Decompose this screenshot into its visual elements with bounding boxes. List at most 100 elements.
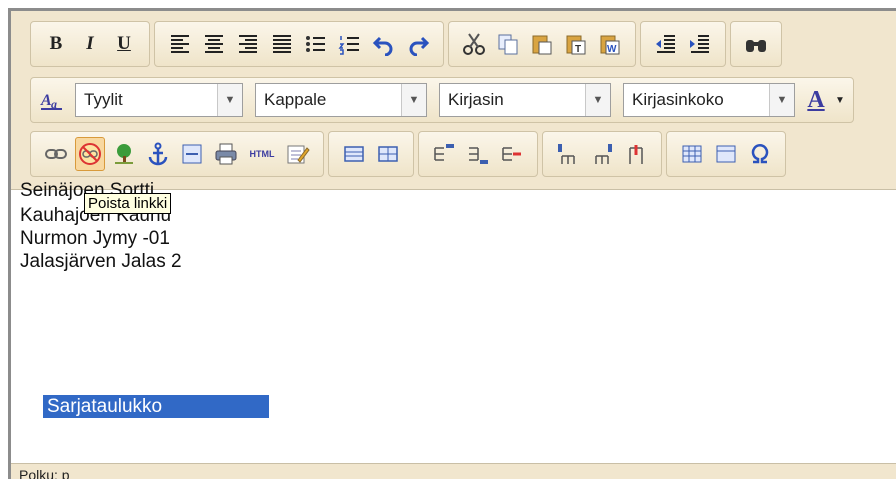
indent-group	[640, 21, 726, 67]
underline-button[interactable]: U	[109, 27, 139, 61]
omega-icon	[751, 144, 769, 164]
font-select-value: Kirjasin	[448, 90, 504, 109]
fontsize-select-value: Kirjasinkoko	[632, 90, 724, 109]
text-color-dropdown[interactable]: ▼	[833, 83, 847, 117]
align-center-button[interactable]	[199, 27, 229, 61]
undo-button[interactable]	[369, 27, 399, 61]
unlink-button[interactable]	[75, 137, 105, 171]
styles-button[interactable]: Aa	[37, 83, 67, 117]
insert-link-button[interactable]	[41, 137, 71, 171]
copy-button[interactable]	[493, 27, 523, 61]
special-char-button[interactable]	[745, 137, 775, 171]
text-line: Jalasjärven Jalas 2	[20, 251, 182, 272]
column-group	[542, 131, 662, 177]
merge-cells-icon	[716, 145, 736, 163]
bullet-list-button[interactable]	[301, 27, 331, 61]
insert-image-button[interactable]	[109, 137, 139, 171]
paste-word-icon: W	[600, 35, 620, 55]
paste-text-button[interactable]: T	[561, 27, 591, 61]
anchor-icon	[148, 142, 168, 166]
delete-col-button[interactable]	[621, 137, 651, 171]
align-right-icon	[239, 35, 257, 53]
link-icon	[45, 149, 67, 159]
delete-row-icon	[502, 147, 521, 161]
font-select[interactable]: Kirjasin ▼	[439, 83, 611, 117]
paste-word-button[interactable]: W	[595, 27, 625, 61]
text-line: Nurmon Jymy -01	[20, 228, 170, 249]
numbered-list-icon	[338, 36, 359, 55]
styles-select[interactable]: Tyylit ▼	[75, 83, 243, 117]
style-group: Aa Tyylit ▼ Kappale ▼ Kirjasin ▼ Kirjasinko…	[30, 77, 854, 123]
split-cells-icon	[682, 145, 702, 163]
anchor-button[interactable]	[143, 137, 173, 171]
align-right-button[interactable]	[233, 27, 263, 61]
chevron-down-icon: ▼	[217, 84, 242, 116]
delete-col-icon	[629, 145, 643, 164]
paste-icon	[532, 35, 552, 55]
numbered-list-button[interactable]	[335, 27, 365, 61]
table-props-button[interactable]	[339, 137, 369, 171]
merge-cells-button[interactable]	[711, 137, 741, 171]
element-path[interactable]: Polku: p	[19, 467, 70, 479]
text-color-label: A	[807, 86, 825, 113]
paste-text-icon: T	[566, 35, 586, 55]
cells-group	[666, 131, 786, 177]
insert-group: HTML	[30, 131, 324, 177]
insert-col-before-button[interactable]	[553, 137, 583, 171]
cell-props-button[interactable]	[373, 137, 403, 171]
chevron-down-icon: ▼	[769, 84, 794, 116]
split-cells-button[interactable]	[677, 137, 707, 171]
outdent-icon	[656, 35, 675, 53]
toolbar-row-3: HTML	[30, 131, 790, 177]
row-group	[418, 131, 538, 177]
row-after-icon	[469, 147, 488, 164]
col-after-icon	[595, 144, 612, 164]
align-justify-icon	[273, 35, 291, 53]
align-left-button[interactable]	[165, 27, 195, 61]
styles-icon: Aa	[40, 92, 62, 111]
selected-text[interactable]: Sarjataulukko	[43, 395, 269, 418]
outdent-button[interactable]	[651, 27, 681, 61]
copy-icon	[498, 34, 518, 55]
bold-button[interactable]: B	[41, 27, 71, 61]
chevron-down-icon: ▼	[835, 94, 845, 106]
indent-button[interactable]	[685, 27, 715, 61]
chevron-down-icon: ▼	[585, 84, 610, 116]
edit-css-button[interactable]	[283, 137, 313, 171]
table-icon	[344, 146, 364, 162]
clipboard-group: T W	[448, 21, 636, 67]
horizontal-rule-icon	[182, 144, 202, 164]
row-before-icon	[434, 144, 454, 161]
align-group	[154, 21, 444, 67]
svg-text:W: W	[607, 44, 617, 55]
toolbar-row-1: B I U T W	[30, 21, 786, 67]
printer-icon	[215, 143, 237, 165]
paste-button[interactable]	[527, 27, 557, 61]
fontsize-select[interactable]: Kirjasinkoko ▼	[623, 83, 795, 117]
col-before-icon	[558, 144, 575, 164]
scissors-icon	[463, 33, 485, 55]
align-center-icon	[205, 35, 223, 53]
print-button[interactable]	[211, 137, 241, 171]
editor-content[interactable]: Seinäjoen Sortti Kauhajoen Kauhu Nurmon …	[11, 180, 896, 460]
toolbar-row-2: Aa Tyylit ▼ Kappale ▼ Kirjasin ▼ Kirjasinko…	[30, 77, 858, 123]
insert-row-before-button[interactable]	[429, 137, 459, 171]
format-group: B I U	[30, 21, 150, 67]
format-select-value: Kappale	[264, 90, 327, 109]
delete-row-button[interactable]	[497, 137, 527, 171]
cut-button[interactable]	[459, 27, 489, 61]
html-source-button[interactable]: HTML	[245, 137, 279, 171]
text-color-button[interactable]: A	[803, 83, 829, 117]
redo-button[interactable]	[403, 27, 433, 61]
bullet-list-icon	[306, 36, 325, 52]
format-select[interactable]: Kappale ▼	[255, 83, 427, 117]
insert-col-after-button[interactable]	[587, 137, 617, 171]
hr-button[interactable]	[177, 137, 207, 171]
align-justify-button[interactable]	[267, 27, 297, 61]
find-group	[730, 21, 782, 67]
find-button[interactable]	[741, 27, 771, 61]
indent-icon	[690, 35, 709, 53]
italic-button[interactable]: I	[75, 27, 105, 61]
chevron-down-icon: ▼	[401, 84, 426, 116]
insert-row-after-button[interactable]	[463, 137, 493, 171]
